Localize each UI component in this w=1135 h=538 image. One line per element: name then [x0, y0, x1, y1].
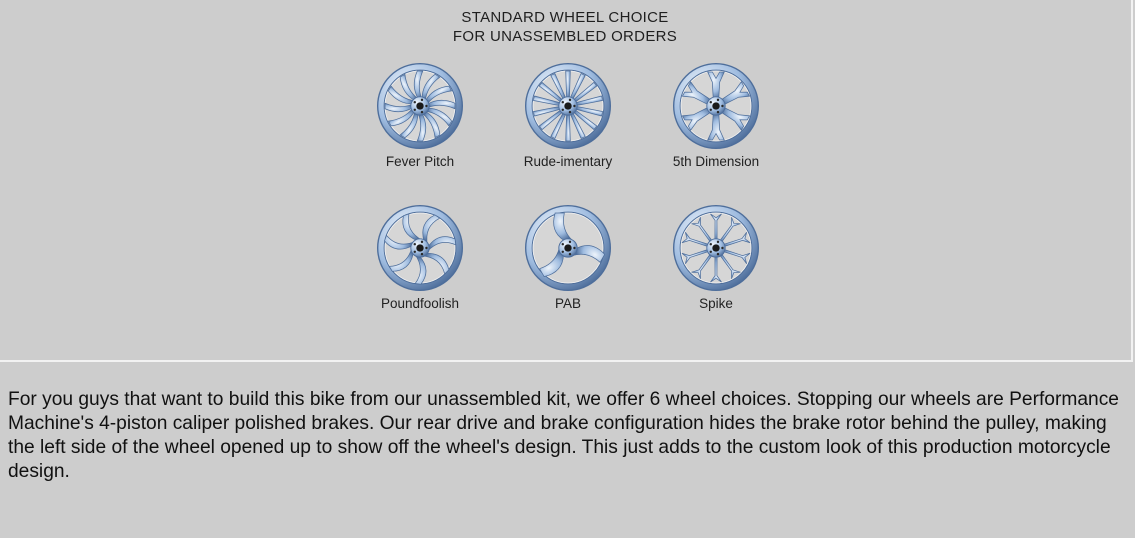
wheel-label: Fever Pitch	[385, 154, 455, 169]
panel-title-line-2: FOR UNASSEMBLED ORDERS	[452, 28, 678, 45]
wheel-fever-pitch: Fever Pitch	[345, 60, 495, 169]
description-text: For you guys that want to build this bik…	[8, 389, 1119, 482]
panel-title: STANDARD WHEEL CHOICE FOR UNASSEMBLED OR…	[330, 8, 800, 46]
spike-wheel-icon	[672, 204, 760, 292]
5th-dimension-wheel-icon	[672, 62, 760, 150]
poundfoolish-wheel-icon	[376, 204, 464, 292]
panel-title-line-1: STANDARD WHEEL CHOICE	[461, 9, 669, 26]
fever-pitch-wheel-icon	[376, 62, 464, 150]
description-paragraph: For you guys that want to build this bik…	[8, 388, 1128, 484]
wheel-spike: Spike	[641, 202, 791, 311]
pab-wheel-icon	[524, 204, 612, 292]
page-frame: STANDARD WHEEL CHOICE FOR UNASSEMBLED OR…	[0, 0, 1135, 538]
wheel-poundfoolish: Poundfoolish	[345, 202, 495, 311]
wheel-rude-imentary: Rude-imentary	[493, 60, 643, 169]
wheel-5th-dimension: 5th Dimension	[641, 60, 791, 169]
rude-imentary-wheel-icon	[524, 62, 612, 150]
wheel-label: 5th Dimension	[672, 154, 760, 169]
wheel-label: Spike	[699, 296, 733, 311]
wheel-pab: PAB	[493, 202, 643, 311]
wheel-label: Rude-imentary	[523, 154, 613, 169]
wheel-label: PAB	[554, 296, 581, 311]
wheel-label: Poundfoolish	[380, 296, 460, 311]
